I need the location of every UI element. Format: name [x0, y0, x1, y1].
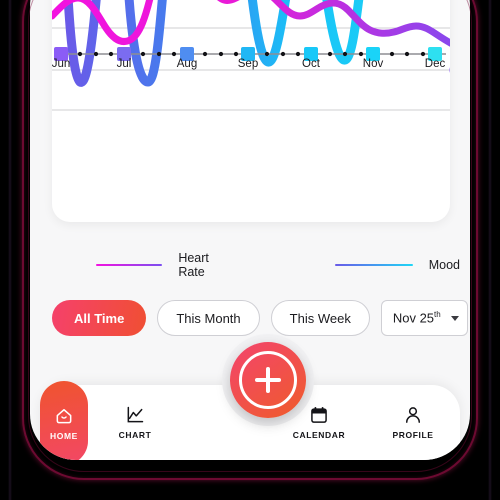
legend-item-heart-rate: Heart Rate [96, 251, 230, 279]
filter-all-time-label: All Time [74, 310, 125, 326]
date-picker-dropdown[interactable]: Nov 25th [380, 300, 468, 336]
legend-label-mood: Mood [428, 258, 460, 272]
time-range-filters: All Time This Month This Week Nov 25th [52, 296, 468, 340]
legend-item-mood: Mood [334, 258, 460, 272]
filter-this-week-label: This Week [289, 310, 351, 326]
date-picker-value: Nov 25th [393, 310, 441, 325]
date-picker-ordinal: th [434, 310, 441, 320]
phone-bezel-left [8, 0, 12, 500]
chart-legend: Heart Rate Mood [60, 250, 460, 280]
filter-all-time[interactable]: All Time [52, 300, 147, 336]
nav-label-home: HOME [50, 430, 78, 441]
chart-x-tick-labels: Jun Jul Aug Sep Oct Nov Dec [52, 58, 450, 80]
nav-label-profile: PROFILE [392, 429, 434, 440]
date-picker-day: 25 [419, 310, 435, 326]
filter-this-month-label: This Month [176, 310, 241, 326]
legend-swatch-heart-rate [96, 263, 163, 267]
filter-this-week[interactable]: This Week [270, 300, 370, 336]
plus-icon [255, 367, 281, 393]
nav-item-chart[interactable]: CHART [88, 385, 182, 459]
x-tick-label: Nov [362, 58, 384, 70]
nav-item-home[interactable]: HOME [40, 381, 88, 460]
legend-swatch-mood [334, 263, 413, 267]
chevron-down-icon [450, 315, 459, 321]
fab-ring [239, 351, 297, 409]
nav-label-calendar: CALENDAR [292, 429, 346, 440]
x-tick-label: Jul [116, 58, 132, 70]
x-tick-label: Dec [424, 58, 446, 70]
x-tick-label: Oct [302, 58, 320, 70]
x-tick-label: Sep [237, 58, 259, 70]
x-tick-label: Aug [176, 58, 198, 70]
home-icon [56, 408, 72, 423]
chart-icon [127, 406, 144, 422]
phone-frame: Jun Jul Aug Sep Oct Nov Dec Heart Rate M… [0, 0, 500, 500]
nav-label-chart: CHART [118, 429, 152, 440]
chart-card: Jun Jul Aug Sep Oct Nov Dec [52, 0, 450, 222]
add-entry-fab[interactable] [230, 342, 306, 418]
phone-bezel-right [488, 0, 492, 500]
calendar-icon [311, 406, 327, 423]
filter-this-month[interactable]: This Month [157, 300, 260, 336]
date-picker-month: Nov [392, 310, 416, 326]
phone-screen: Jun Jul Aug Sep Oct Nov Dec Heart Rate M… [30, 0, 470, 460]
profile-icon [406, 406, 420, 423]
x-tick-label: Jun [52, 58, 71, 70]
legend-label-heart-rate: Heart Rate [178, 251, 209, 279]
nav-item-profile[interactable]: PROFILE [366, 385, 460, 459]
